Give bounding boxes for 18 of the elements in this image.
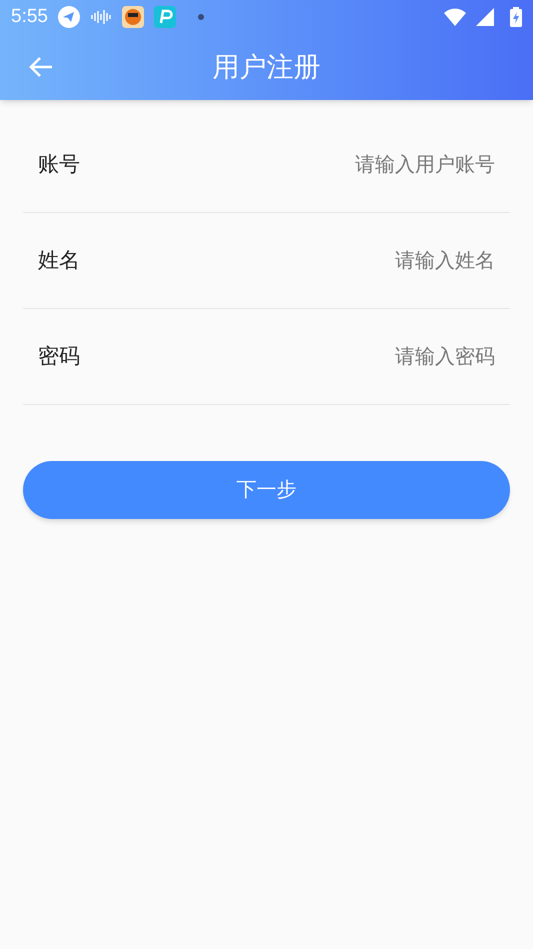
sound-wave-icon (90, 9, 112, 25)
app-icon (154, 6, 176, 28)
field-label: 账号 (38, 152, 80, 178)
back-arrow-icon (28, 55, 54, 79)
status-time: 5:55 (11, 4, 48, 29)
field-label: 密码 (38, 344, 80, 370)
signal-icon (476, 8, 494, 26)
wifi-icon (444, 8, 466, 26)
battery-icon (510, 7, 522, 27)
input-field[interactable]: 请输入用户账号 (80, 150, 495, 180)
app-icon (122, 6, 144, 28)
input-field[interactable]: 请输入密码 (80, 342, 495, 372)
paper-plane-icon (58, 6, 80, 28)
field-label: 姓名 (38, 248, 80, 274)
next-button[interactable]: 下一步 (23, 461, 510, 519)
dot-icon (198, 14, 204, 20)
page-title: 用户注册 (212, 50, 320, 84)
input-field[interactable]: 请输入姓名 (80, 246, 495, 276)
